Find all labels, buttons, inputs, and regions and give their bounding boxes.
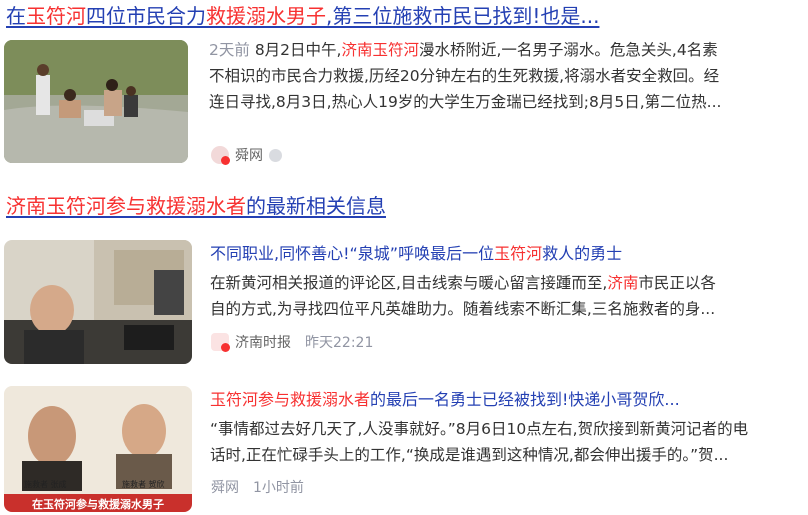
result-source[interactable]: 舜网 xyxy=(211,145,282,165)
news-snippet: “事情都过去好几天了,人没事就好。”8月6日10点左右,贺欣接到新黄河记者的电 … xyxy=(210,416,806,468)
heading-text: 的最新相关信息 xyxy=(246,194,386,218)
snippet-text: 漫水桥附近,一名男子溺水。危急关头,4名素 xyxy=(418,41,718,59)
news-snippet: 在新黄河相关报道的评论区,目击线索与暖心留言接踵而至,济南市民正以各 自的方式,… xyxy=(210,270,806,322)
news-source[interactable]: 济南时报 昨天22:21 xyxy=(211,332,373,352)
snippet-line: 自的方式,为寻找四位平凡英雄助力。随着线索不断汇集,三名施救者的身... xyxy=(210,300,716,318)
title-highlight: 救援溺水 xyxy=(206,4,286,28)
snippet-line: 不相识的市民合力救援,历经20分钟左右的生死救援,将溺水者安全救回。经 xyxy=(209,67,720,85)
thumb-caption: 施救者 贺欣 xyxy=(122,480,165,489)
news-thumbnail[interactable]: 施救者 张成 施救者 贺欣 在玉符河参与救援溺水男子 xyxy=(4,386,192,512)
news-title-link[interactable]: 玉符河参与救援溺水者的最后一名勇士已经被找到!快递小哥贺欣... xyxy=(210,389,680,411)
rescue-photo xyxy=(4,40,188,163)
snippet-line: 话时,正在忙碌手头上的工作,“换成是谁遇到这种情况,都会伸出援手的。”贺... xyxy=(210,446,729,464)
snippet-highlight: 济南玉符河 xyxy=(341,41,419,59)
news-time: 1小时前 xyxy=(253,480,304,496)
source-logo-icon xyxy=(211,333,230,352)
source-name: 济南时报 xyxy=(235,335,291,351)
verified-check-icon xyxy=(269,148,282,162)
result-snippet: 2天前 8月2日中午,济南玉符河漫水桥附近,一名男子溺水。危急关头,4名素 不相… xyxy=(209,37,807,115)
snippet-highlight: 济南 xyxy=(607,274,639,292)
result-thumbnail[interactable] xyxy=(4,40,188,163)
news-title-highlight: 玉符河参与救援溺水者 xyxy=(210,390,371,409)
source-name: 舜网 xyxy=(235,148,263,164)
related-heading-link[interactable]: 济南玉符河参与救援溺水者的最新相关信息 xyxy=(6,193,386,219)
title-text: 在 xyxy=(6,4,26,28)
source-logo-icon xyxy=(211,146,230,165)
result-time: 2天前 xyxy=(209,41,250,59)
news-time: 昨天22:21 xyxy=(305,335,374,351)
title-highlight: 男子 xyxy=(286,4,326,28)
office-man-photo xyxy=(4,240,192,364)
result-title-link[interactable]: 在玉符河四位市民合力救援溺水男子,第三位施救市民已找到!也是... xyxy=(6,3,599,29)
title-text: 四位市民合力 xyxy=(86,4,206,28)
news-source[interactable]: 舜网 1小时前 xyxy=(211,477,304,497)
snippet-line: “事情都过去好几天了,人没事就好。”8月6日10点左右,贺欣接到新黄河记者的电 xyxy=(210,420,749,438)
snippet-text: 在新黄河相关报道的评论区,目击线索与暖心留言接踵而至, xyxy=(210,274,608,292)
news-title-text: 救人的勇士 xyxy=(542,244,623,263)
snippet-line: 连日寻找,8月3日,热心人19岁的大学生万金瑞已经找到;8月5日,第二位热... xyxy=(209,93,722,111)
snippet-text: 市民正以各 xyxy=(638,274,716,292)
thumb-caption: 施救者 张成 xyxy=(24,480,67,489)
news-title-highlight: 玉符河 xyxy=(494,244,543,263)
portraits-photo xyxy=(4,386,192,512)
thumb-banner: 在玉符河参与救援溺水男子 xyxy=(32,498,164,511)
snippet-text: 8月2日中午, xyxy=(254,41,342,59)
heading-highlight: 济南玉符河参与救援溺水者 xyxy=(6,194,246,218)
news-title-text: 不同职业,同怀善心!“泉城”呼唤最后一位 xyxy=(210,244,495,263)
news-title-link[interactable]: 不同职业,同怀善心!“泉城”呼唤最后一位玉符河救人的勇士 xyxy=(210,243,622,265)
source-name: 舜网 xyxy=(211,480,239,496)
news-thumbnail[interactable] xyxy=(4,240,192,364)
title-text: ,第三位施救市民已找到!也是... xyxy=(326,4,600,28)
title-highlight: 玉符河 xyxy=(26,4,86,28)
news-title-text: 的最后一名勇士已经被找到!快递小哥贺欣... xyxy=(370,390,680,409)
